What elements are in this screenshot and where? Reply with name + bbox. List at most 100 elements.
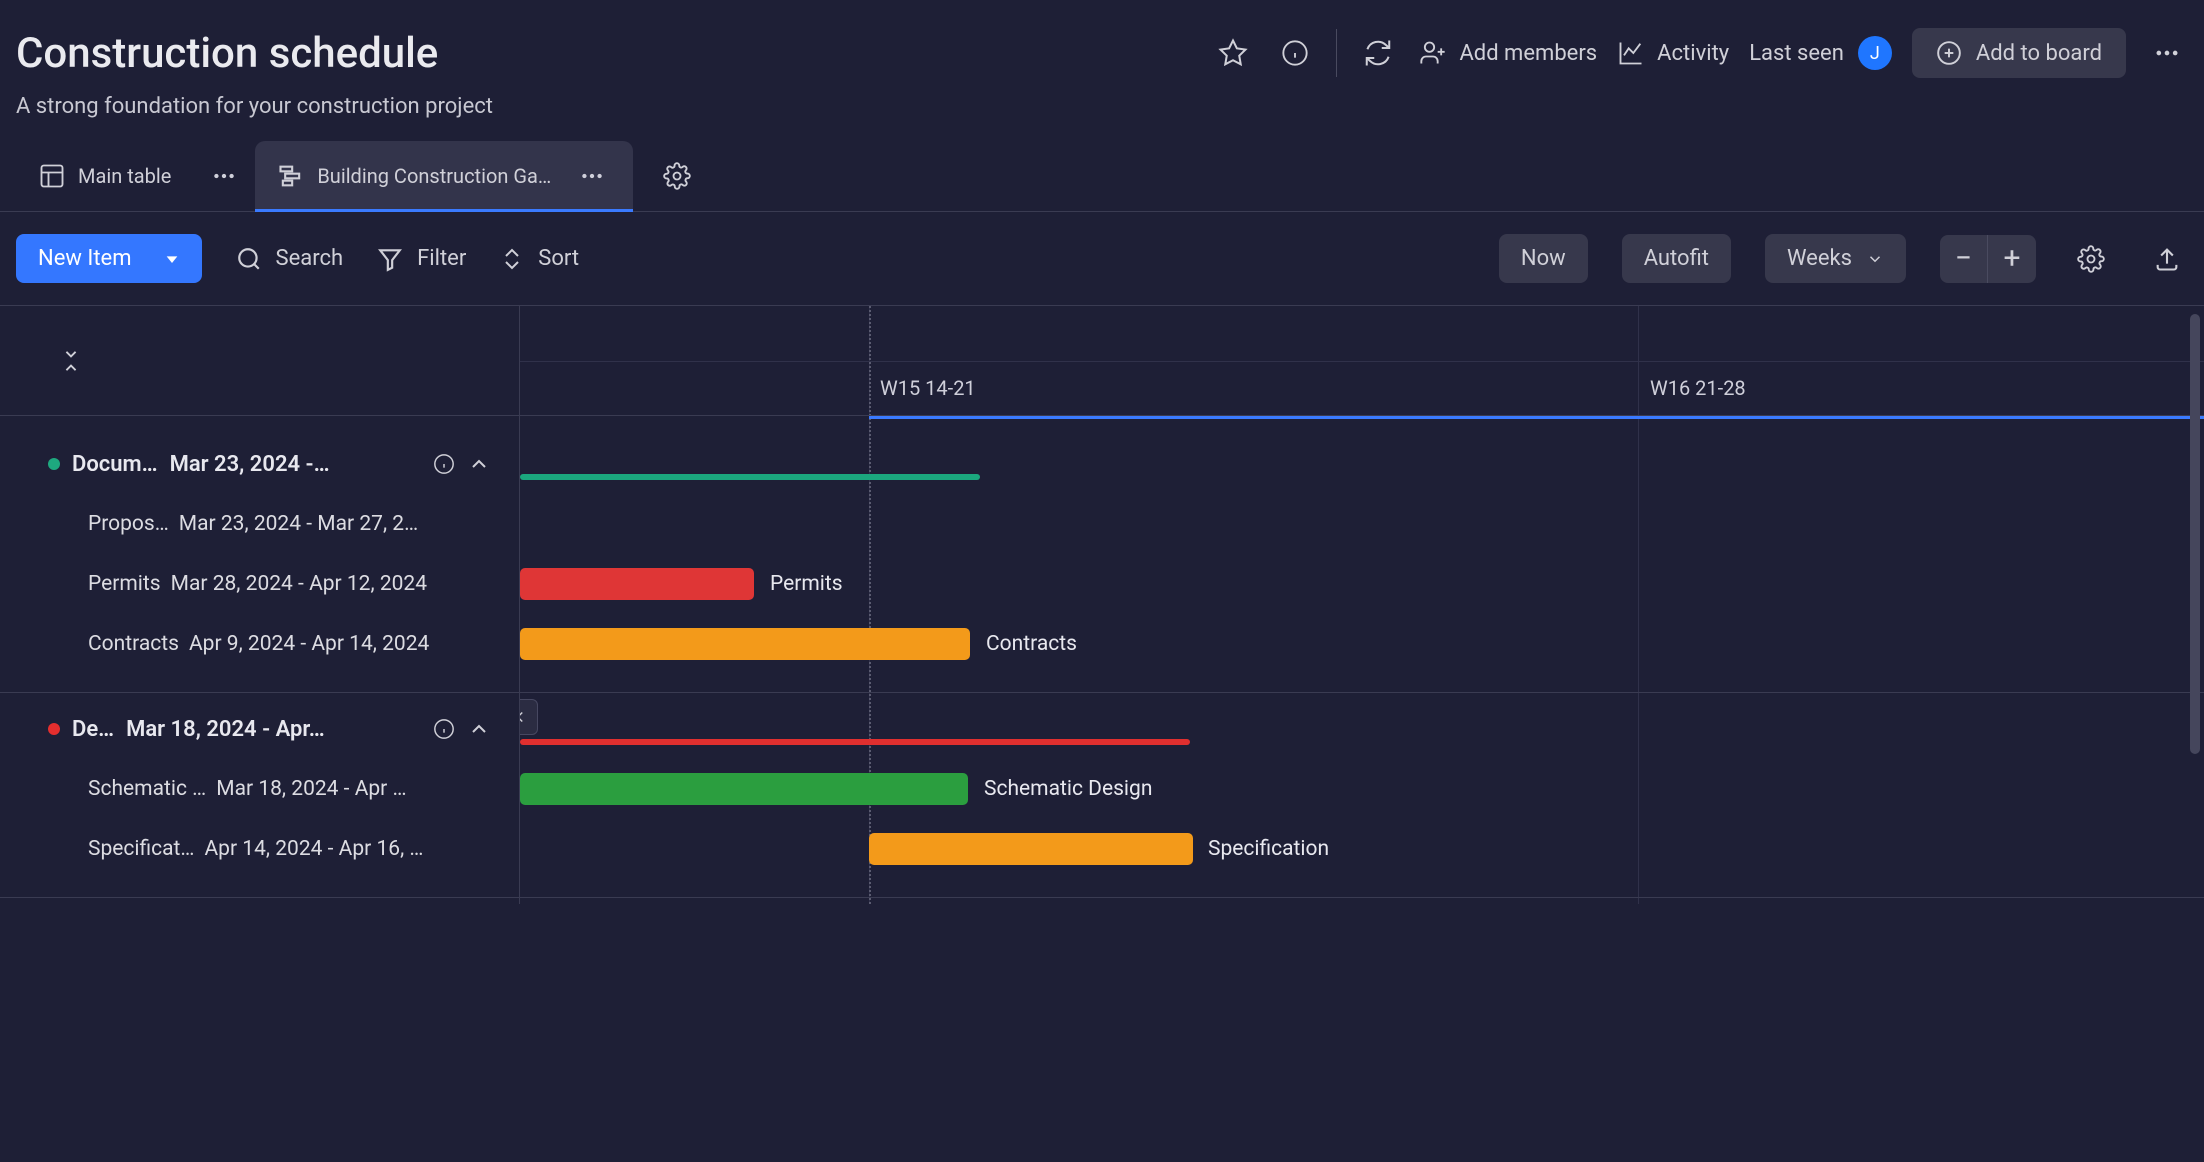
gantt-bar-label: Permits: [770, 572, 843, 596]
last-seen[interactable]: Last seen J: [1749, 36, 1892, 70]
filter-label: Filter: [417, 246, 466, 271]
task-name: Schematic …: [88, 777, 206, 801]
table-icon: [38, 162, 66, 190]
info-icon[interactable]: [433, 718, 455, 740]
now-button[interactable]: Now: [1499, 234, 1588, 283]
tab-main-options-icon[interactable]: [205, 157, 243, 195]
scrollbar[interactable]: [2190, 314, 2200, 904]
task-row[interactable]: Contracts Apr 9, 2024 - Apr 14, 2024: [0, 614, 519, 674]
sort-button[interactable]: Sort: [500, 246, 579, 271]
export-icon[interactable]: [2146, 238, 2188, 280]
tab-gantt-options-icon[interactable]: [573, 157, 611, 195]
tab-label: Main table: [78, 164, 171, 188]
search-label: Search: [276, 246, 344, 271]
group-summary-bar[interactable]: [520, 474, 980, 480]
avatar: J: [1858, 36, 1892, 70]
timeline-week-label: W16 21-28: [1650, 376, 1746, 400]
group-header[interactable]: De… Mar 18, 2024 - Apr…: [0, 699, 519, 759]
search-button[interactable]: Search: [236, 246, 344, 272]
collapse-group-icon[interactable]: [467, 452, 491, 476]
timeline-row: Schematic Design: [520, 759, 2204, 819]
gantt: Docum… Mar 23, 2024 -… Propos… Mar 23, 2…: [0, 305, 2204, 904]
add-user-icon: [1419, 39, 1447, 67]
task-dates: Apr 14, 2024 - Apr 16, …: [204, 837, 497, 861]
task-row[interactable]: Permits Mar 28, 2024 - Apr 12, 2024: [0, 554, 519, 614]
last-seen-label: Last seen: [1749, 41, 1844, 66]
tab-gantt[interactable]: Building Construction Ga…: [255, 141, 633, 211]
new-item-button[interactable]: New Item: [16, 234, 202, 283]
timeline-week-label: W15 14-21: [880, 376, 976, 400]
task-name: Specificat…: [88, 837, 194, 861]
add-to-board-button[interactable]: Add to board: [1912, 28, 2126, 78]
gantt-bar[interactable]: [520, 628, 970, 660]
autofit-label: Autofit: [1644, 246, 1709, 271]
now-label: Now: [1521, 246, 1566, 271]
autofit-button[interactable]: Autofit: [1622, 234, 1731, 283]
info-icon[interactable]: [1274, 32, 1316, 74]
gantt-bar-label: Specification: [1208, 837, 1329, 861]
gantt-bar[interactable]: [520, 773, 968, 805]
gantt-right-header: W15 14-21 W16 21-28: [520, 306, 2204, 416]
task-dates: Mar 23, 2024 - Mar 27, 2…: [179, 512, 497, 536]
add-members-label: Add members: [1459, 41, 1597, 66]
activity-label: Activity: [1657, 41, 1729, 66]
star-icon[interactable]: [1212, 32, 1254, 74]
plus-circle-icon: [1936, 40, 1962, 66]
gantt-bar-label: Contracts: [986, 632, 1077, 656]
timescale-label: Weeks: [1787, 246, 1852, 271]
task-row[interactable]: Propos… Mar 23, 2024 - Mar 27, 2…: [0, 494, 519, 554]
task-dates: Mar 18, 2024 - Apr …: [216, 777, 497, 801]
new-item-label: New Item: [38, 246, 132, 271]
timeline-row: Specification: [520, 819, 2204, 879]
current-week-underline: [869, 416, 2204, 419]
timeline-row: [520, 494, 2204, 554]
activity-icon: [1617, 39, 1645, 67]
more-icon[interactable]: [2146, 32, 2188, 74]
timeline-group-header: [520, 699, 2204, 759]
gantt-left-panel: Docum… Mar 23, 2024 -… Propos… Mar 23, 2…: [0, 306, 520, 904]
activity-button[interactable]: Activity: [1617, 39, 1729, 67]
task-dates: Apr 9, 2024 - Apr 14, 2024: [189, 632, 497, 656]
page-title: Construction schedule: [16, 29, 438, 78]
collapse-left-panel-button[interactable]: [520, 699, 538, 735]
gantt-bar[interactable]: [520, 568, 754, 600]
group-dot-icon: [48, 723, 60, 735]
header-divider: [1336, 29, 1337, 77]
tab-main-table[interactable]: Main table: [16, 146, 193, 206]
gantt-left-header: [0, 306, 519, 416]
timescale-select[interactable]: Weeks: [1765, 234, 1906, 283]
group-dot-icon: [48, 458, 60, 470]
gantt-timeline-panel: W15 14-21 W16 21-28 Permits Contracts: [520, 306, 2204, 904]
zoom-controls: − +: [1940, 235, 2036, 283]
task-row[interactable]: Schematic … Mar 18, 2024 - Apr …: [0, 759, 519, 819]
scroll-thumb[interactable]: [2190, 314, 2200, 754]
group-name: Docum…: [72, 452, 158, 477]
view-tabs: Main table Building Construction Ga…: [0, 119, 2204, 212]
add-members-button[interactable]: Add members: [1419, 39, 1597, 67]
filter-button[interactable]: Filter: [377, 246, 466, 272]
group-header[interactable]: Docum… Mar 23, 2024 -…: [0, 434, 519, 494]
task-name: Contracts: [88, 632, 179, 656]
collapse-all-icon[interactable]: [60, 347, 82, 375]
gantt-bar[interactable]: [869, 833, 1193, 865]
group-dates: Mar 23, 2024 -…: [170, 452, 421, 477]
group-name: De…: [72, 717, 114, 742]
task-name: Propos…: [88, 512, 169, 536]
task-row[interactable]: Specificat… Apr 14, 2024 - Apr 16, …: [0, 819, 519, 879]
refresh-icon[interactable]: [1357, 32, 1399, 74]
group-summary-bar[interactable]: [520, 739, 1190, 745]
collapse-group-icon[interactable]: [467, 717, 491, 741]
search-icon: [236, 246, 262, 272]
info-icon[interactable]: [433, 453, 455, 475]
timeline-group-header: [520, 434, 2204, 494]
group-divider: [0, 897, 519, 898]
add-to-board-label: Add to board: [1976, 41, 2102, 66]
view-settings-icon[interactable]: [663, 162, 691, 190]
zoom-out-button[interactable]: −: [1940, 235, 1988, 283]
tab-label: Building Construction Ga…: [317, 164, 551, 188]
group-divider: [520, 692, 2204, 693]
toolbar: New Item Search Filter Sort Now Autofit …: [0, 212, 2204, 305]
zoom-in-button[interactable]: +: [1988, 235, 2036, 283]
gantt-settings-icon[interactable]: [2070, 238, 2112, 280]
sort-icon: [500, 247, 524, 271]
